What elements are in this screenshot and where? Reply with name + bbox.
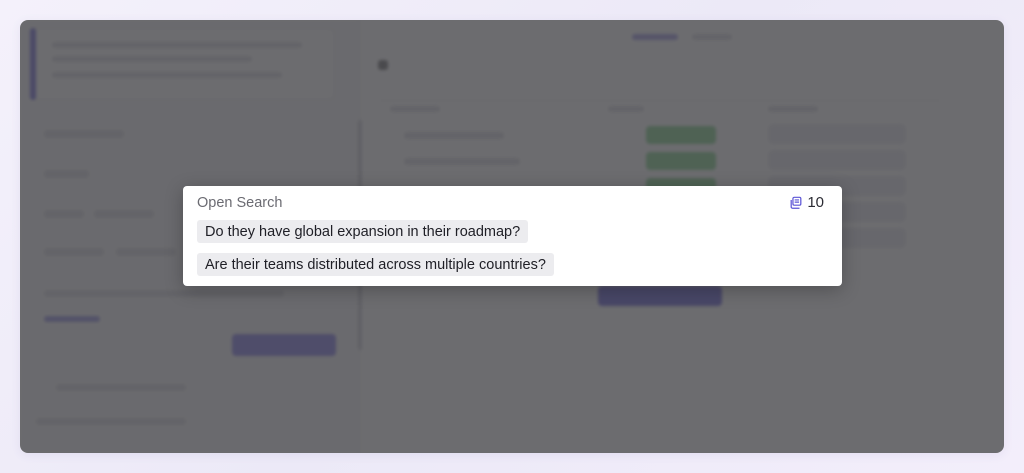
source-count: 10	[789, 194, 824, 211]
popup-title: Open Search	[197, 195, 283, 211]
open-search-popup: Open Search 10 Do they have global expan…	[183, 186, 842, 286]
question-chip[interactable]: Do they have global expansion in their r…	[197, 220, 529, 243]
app-window: Open Search 10 Do they have global expan…	[20, 20, 1004, 453]
source-count-value: 10	[807, 194, 824, 211]
stack-icon	[789, 196, 803, 210]
question-chip[interactable]: Are their teams distributed across multi…	[197, 253, 554, 276]
